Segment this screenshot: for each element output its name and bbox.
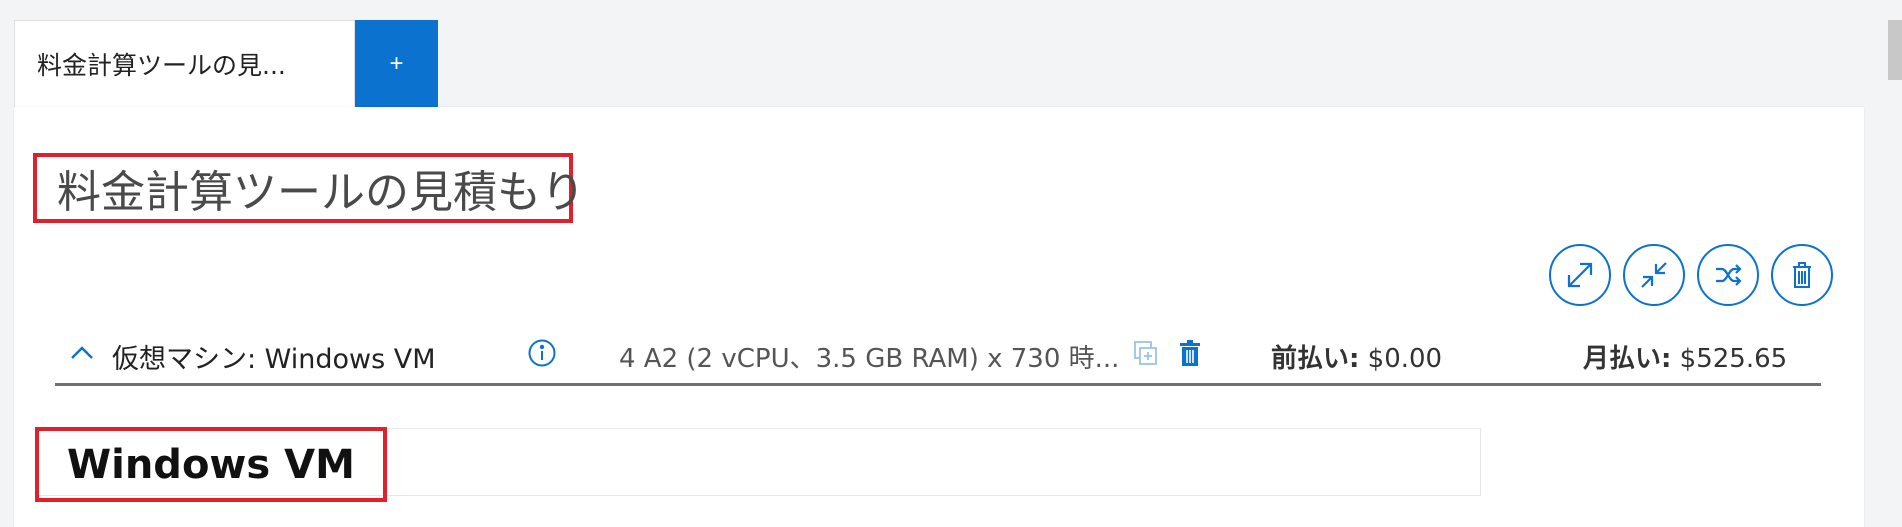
delete-service-icon[interactable] xyxy=(1177,338,1203,368)
upfront-label: 前払い: xyxy=(1271,344,1360,374)
scrollbar-thumb[interactable] xyxy=(1888,20,1902,80)
expand-all-button[interactable] xyxy=(1549,244,1611,306)
estimate-title[interactable]: 料金計算ツールの見積もり xyxy=(57,156,585,220)
monthly-value: $525.65 xyxy=(1671,344,1788,374)
expand-all-icon xyxy=(1567,262,1593,288)
chevron-up-icon[interactable] xyxy=(69,343,95,361)
estimate-tab-bar: 料金計算ツールの見... + xyxy=(14,20,438,107)
estimate-title-highlight: 料金計算ツールの見積もり xyxy=(33,153,585,223)
add-estimate-tab-button[interactable]: + xyxy=(355,20,438,107)
clone-icon[interactable] xyxy=(1133,340,1159,368)
service-name-highlight xyxy=(35,427,387,502)
collapse-all-icon xyxy=(1641,262,1667,288)
service-name: 仮想マシン: Windows VM xyxy=(112,344,436,375)
shuffle-icon xyxy=(1716,264,1742,286)
estimate-panel: 料金計算ツールの見積もり 仮想マシン: Windows VM 4 A2 (2 v… xyxy=(14,107,1864,527)
shuffle-button[interactable] xyxy=(1697,244,1759,306)
delete-all-button[interactable] xyxy=(1771,244,1833,306)
upfront-value: $0.00 xyxy=(1359,344,1443,374)
monthly-cost: 月払い: $525.65 xyxy=(1583,338,1787,375)
plus-icon: + xyxy=(389,49,404,77)
upfront-cost: 前払い: $0.00 xyxy=(1271,338,1442,375)
monthly-label: 月払い: xyxy=(1583,344,1672,374)
estimate-tab-label: 料金計算ツールの見... xyxy=(37,51,286,80)
estimate-tab[interactable]: 料金計算ツールの見... xyxy=(14,20,355,107)
service-summary: 4 A2 (2 vCPU、3.5 GB RAM) x 730 時... xyxy=(619,344,1120,374)
service-name-input[interactable] xyxy=(67,441,367,488)
service-row-divider xyxy=(55,383,1821,386)
service-row: 仮想マシン: Windows VM 4 A2 (2 vCPU、3.5 GB RA… xyxy=(55,327,1821,405)
collapse-all-button[interactable] xyxy=(1623,244,1685,306)
delete-all-icon xyxy=(1793,262,1811,288)
info-icon[interactable] xyxy=(527,338,557,368)
